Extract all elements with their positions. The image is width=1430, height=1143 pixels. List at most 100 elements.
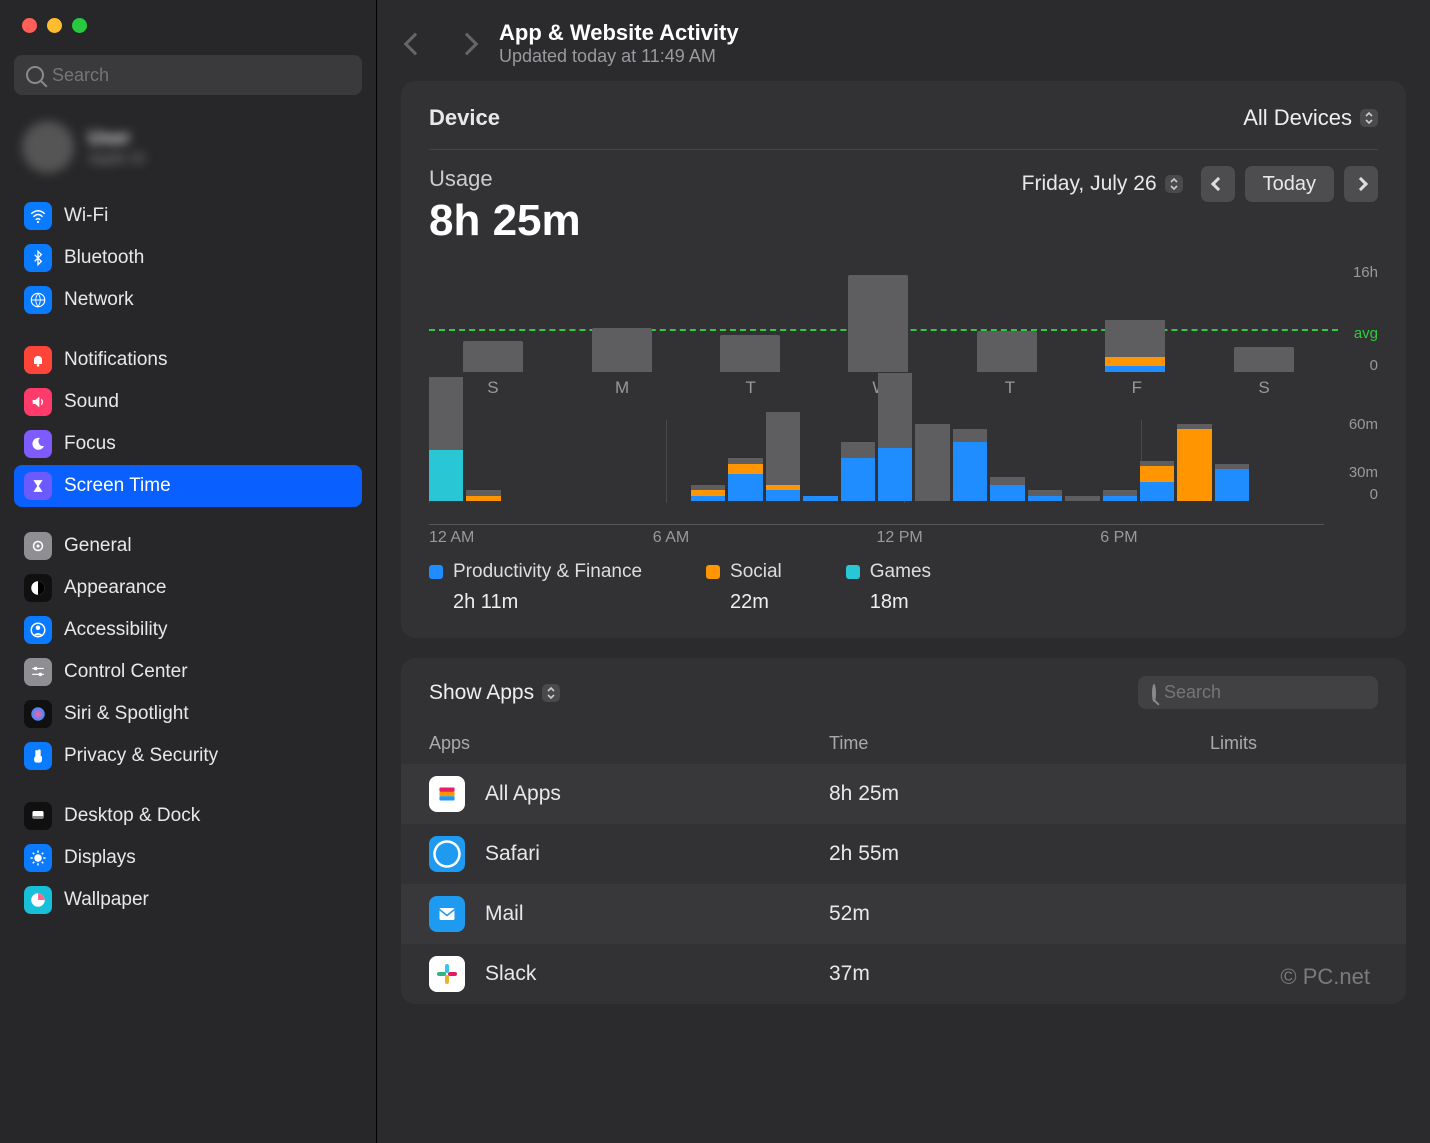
app-time: 8h 25m (829, 782, 1089, 806)
legend-item: Productivity & Finance2h 11m (429, 561, 642, 614)
sidebar-item-label: Notifications (64, 349, 168, 371)
sidebar-item-label: General (64, 535, 132, 557)
wifi-icon (24, 202, 52, 230)
sidebar-search-input[interactable] (52, 65, 350, 86)
sidebar-item-label: Siri & Spotlight (64, 703, 189, 725)
legend-item: Social22m (706, 561, 782, 614)
sidebar-item-focus[interactable]: Focus (14, 423, 362, 465)
app-time: 52m (829, 902, 1089, 926)
week-y-bot: 0 (1370, 357, 1378, 374)
profile-row[interactable]: User Apple ID (0, 107, 376, 195)
sidebar-item-privacy-security[interactable]: Privacy & Security (14, 735, 362, 777)
header: App & Website Activity Updated today at … (377, 0, 1430, 81)
hourglass-icon (24, 472, 52, 500)
app-name: Slack (485, 962, 536, 986)
usage-total: 8h 25m (429, 196, 581, 246)
search-icon (26, 66, 44, 84)
hour-y-top: 60m (1349, 416, 1378, 433)
chevron-updown-icon (1165, 175, 1183, 193)
app-row[interactable]: Slack 37m (401, 944, 1406, 1004)
hour-y-mid: 30m (1349, 464, 1378, 481)
sidebar-item-label: Network (64, 289, 134, 311)
sidebar-search[interactable] (14, 55, 362, 95)
show-apps-selector[interactable]: Show Apps (429, 681, 560, 705)
sidebar-item-wi-fi[interactable]: Wi-Fi (14, 195, 362, 237)
col-limits: Limits (1089, 733, 1378, 754)
sidebar-item-bluetooth[interactable]: Bluetooth (14, 237, 362, 279)
apps-search[interactable] (1138, 676, 1378, 709)
search-icon (1152, 684, 1156, 702)
minimize-window-button[interactable] (47, 18, 62, 33)
legend-item: Games18m (846, 561, 931, 614)
show-apps-label: Show Apps (429, 681, 534, 705)
mail-icon (429, 896, 465, 932)
apps-card: Show Apps Apps Time Limits All Apps8h 25… (401, 658, 1406, 1004)
col-apps: Apps (429, 733, 829, 754)
profile-sub: Apple ID (88, 150, 146, 167)
sidebar-item-accessibility[interactable]: Accessibility (14, 609, 362, 651)
device-label: Device (429, 105, 500, 131)
next-day-button[interactable] (1344, 166, 1378, 202)
date-selector[interactable]: Friday, July 26 (1022, 172, 1183, 196)
sidebar-item-appearance[interactable]: Appearance (14, 567, 362, 609)
app-row[interactable]: Safari2h 55m (401, 824, 1406, 884)
sidebar-item-siri-spotlight[interactable]: Siri & Spotlight (14, 693, 362, 735)
usage-date: Friday, July 26 (1022, 172, 1157, 196)
sidebar-item-control-center[interactable]: Control Center (14, 651, 362, 693)
chart-legend: Productivity & Finance2h 11m Social22m Gam… (429, 561, 1378, 614)
person-icon (24, 616, 52, 644)
today-button[interactable]: Today (1245, 166, 1334, 202)
apps-table-header: Apps Time Limits (401, 723, 1406, 764)
stack-icon (429, 776, 465, 812)
prev-day-button[interactable] (1201, 166, 1235, 202)
bell-icon (24, 346, 52, 374)
contrast-icon (24, 574, 52, 602)
app-time: 2h 55m (829, 842, 1089, 866)
app-name: Mail (485, 902, 524, 926)
avatar (22, 121, 74, 173)
sidebar-item-sound[interactable]: Sound (14, 381, 362, 423)
back-button[interactable] (404, 32, 427, 55)
sidebar-item-label: Privacy & Security (64, 745, 218, 767)
bt-icon (24, 244, 52, 272)
page-subtitle: Updated today at 11:49 AM (499, 46, 739, 67)
safari-icon (429, 836, 465, 872)
app-time: 37m (829, 962, 1089, 986)
sidebar-item-displays[interactable]: Displays (14, 837, 362, 879)
globe-icon (24, 286, 52, 314)
fullscreen-window-button[interactable] (72, 18, 87, 33)
device-card: Device All Devices Usage 8h 25m Friday, … (401, 81, 1406, 638)
sidebar-item-label: Wi-Fi (64, 205, 108, 227)
hand-icon (24, 742, 52, 770)
sidebar-item-notifications[interactable]: Notifications (14, 339, 362, 381)
chevron-updown-icon (542, 684, 560, 702)
apps-search-input[interactable] (1164, 682, 1396, 703)
sidebar-item-desktop-dock[interactable]: Desktop & Dock (14, 795, 362, 837)
week-y-top: 16h (1353, 264, 1378, 281)
app-row[interactable]: Mail 52m (401, 884, 1406, 944)
sidebar-nav: Wi-Fi Bluetooth Network Notifications SoundF… (0, 195, 376, 939)
sidebar-item-general[interactable]: General (14, 525, 362, 567)
dock-icon (24, 802, 52, 830)
window-controls (0, 10, 376, 49)
sidebar-item-label: Bluetooth (64, 247, 144, 269)
sidebar-item-network[interactable]: Network (14, 279, 362, 321)
app-row[interactable]: All Apps8h 25m (401, 764, 1406, 824)
col-time: Time (829, 733, 1089, 754)
moon-icon (24, 430, 52, 458)
profile-name: User (88, 128, 146, 150)
sidebar: User Apple ID Wi-Fi Bluetooth Network Notif… (0, 0, 377, 1143)
sidebar-item-label: Appearance (64, 577, 166, 599)
close-window-button[interactable] (22, 18, 37, 33)
device-selector[interactable]: All Devices (1243, 105, 1378, 131)
avg-label: avg (1354, 325, 1378, 342)
gear-icon (24, 532, 52, 560)
sidebar-item-screen-time[interactable]: Screen Time (14, 465, 362, 507)
sidebar-item-wallpaper[interactable]: Wallpaper (14, 879, 362, 921)
watermark: © PC.net (1280, 964, 1370, 990)
sliders-icon (24, 658, 52, 686)
sidebar-item-label: Wallpaper (64, 889, 149, 911)
usage-label: Usage (429, 166, 581, 192)
main-panel: App & Website Activity Updated today at … (377, 0, 1430, 1143)
hour-chart: 60m 30m 0 12 AM6 AM12 PM6 PM (429, 420, 1378, 525)
